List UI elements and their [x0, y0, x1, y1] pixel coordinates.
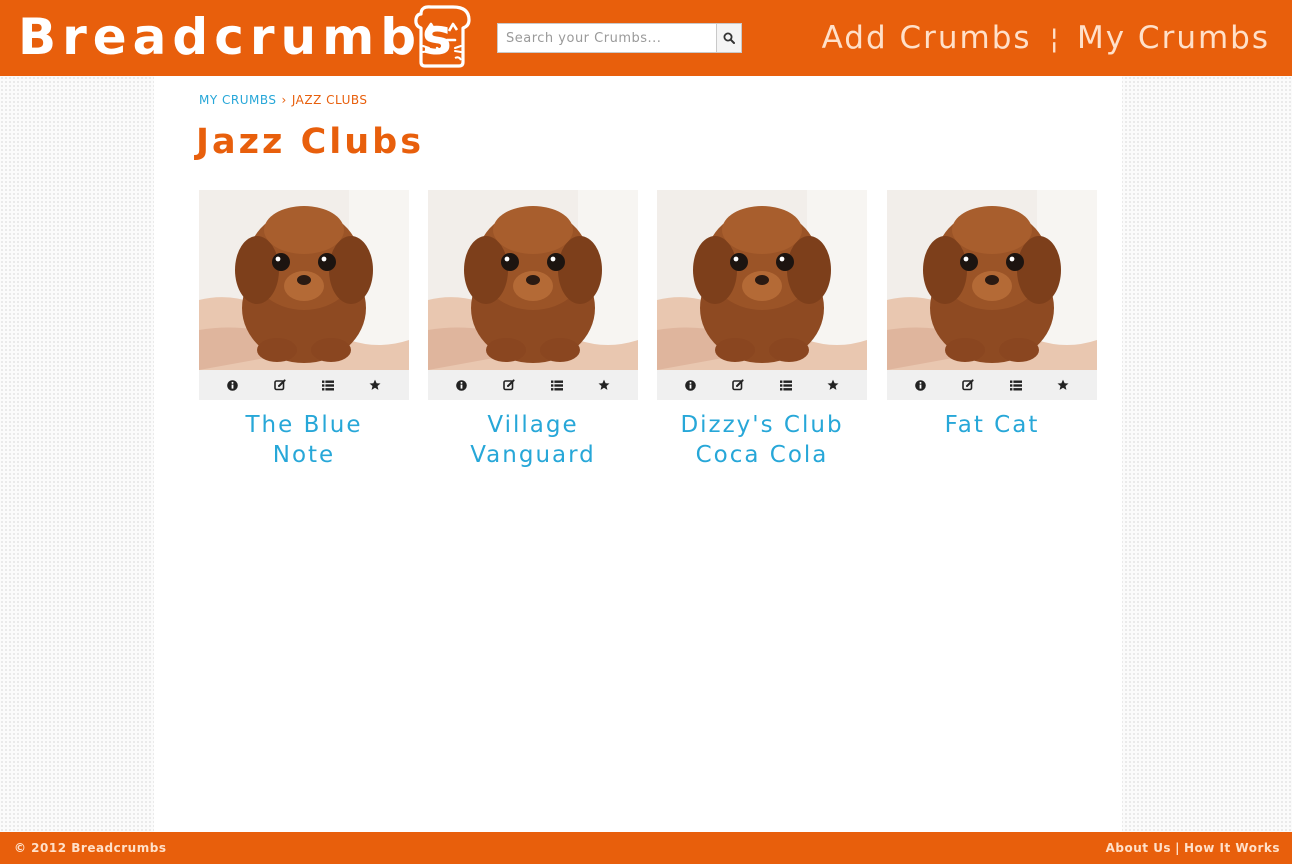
- edit-icon: [274, 376, 286, 395]
- card-edit-button[interactable]: [727, 374, 749, 396]
- breadcrumb-current: JAZZ CLUBS: [291, 93, 368, 107]
- header-bar: Breadcrumbs Add Crumbs ¦ My Crumbs: [0, 0, 1292, 76]
- card-info-button[interactable]: [222, 374, 244, 396]
- card-favorite-button[interactable]: [1052, 374, 1074, 396]
- card-title-link[interactable]: Fat Cat: [887, 410, 1097, 440]
- info-icon: [227, 376, 239, 395]
- bread-cat-logo-icon[interactable]: [413, 4, 475, 68]
- search-input[interactable]: [497, 23, 717, 53]
- search-form: [497, 23, 742, 53]
- card-favorite-button[interactable]: [593, 374, 615, 396]
- footer-about-us-link[interactable]: About Us: [1106, 841, 1171, 855]
- nav-add-crumbs-link[interactable]: Add Crumbs: [822, 20, 1032, 56]
- page-title: Jazz Clubs: [196, 122, 425, 162]
- info-icon: [456, 376, 468, 395]
- nav-separator: ¦: [1049, 21, 1059, 55]
- card-list-button[interactable]: [546, 374, 568, 396]
- list-icon: [1009, 376, 1022, 395]
- card-title-link[interactable]: Village Vanguard: [428, 410, 638, 470]
- puppy-photo[interactable]: [657, 190, 867, 370]
- info-icon: [685, 376, 697, 395]
- copyright-text: © 2012 Breadcrumbs: [14, 841, 167, 855]
- breadcrumb-separator-icon: ›: [281, 93, 287, 107]
- edit-icon: [962, 376, 974, 395]
- crumb-card: The Blue Note: [199, 190, 409, 470]
- star-icon: [1057, 376, 1069, 395]
- list-icon: [321, 376, 334, 395]
- star-icon: [369, 376, 381, 395]
- card-list-button[interactable]: [1005, 374, 1027, 396]
- footer-how-it-works-link[interactable]: How It Works: [1184, 841, 1280, 855]
- crumb-card: Dizzy's Club Coca Cola: [657, 190, 867, 470]
- card-title-link[interactable]: Dizzy's Club Coca Cola: [657, 410, 867, 470]
- card-action-bar: [199, 370, 409, 400]
- edit-icon: [503, 376, 515, 395]
- card-edit-button[interactable]: [498, 374, 520, 396]
- list-icon: [779, 376, 792, 395]
- star-icon: [598, 376, 610, 395]
- edit-icon: [732, 376, 744, 395]
- card-info-button[interactable]: [680, 374, 702, 396]
- main-content: MY CRUMBS › JAZZ CLUBS Jazz Clubs The Bl…: [154, 76, 1122, 832]
- card-action-bar: [657, 370, 867, 400]
- card-title-link[interactable]: The Blue Note: [199, 410, 409, 470]
- puppy-photo[interactable]: [199, 190, 409, 370]
- breadcrumb: MY CRUMBS › JAZZ CLUBS: [199, 93, 368, 107]
- list-icon: [550, 376, 563, 395]
- card-info-button[interactable]: [910, 374, 932, 396]
- crumb-card: Village Vanguard: [428, 190, 638, 470]
- card-list-button[interactable]: [317, 374, 339, 396]
- card-list-button[interactable]: [775, 374, 797, 396]
- footer-bar: © 2012 Breadcrumbs About Us | How It Works: [0, 832, 1292, 864]
- card-favorite-button[interactable]: [364, 374, 386, 396]
- search-icon: [723, 29, 735, 48]
- card-favorite-button[interactable]: [822, 374, 844, 396]
- card-edit-button[interactable]: [957, 374, 979, 396]
- card-action-bar: [887, 370, 1097, 400]
- crumb-card: Fat Cat: [887, 190, 1097, 440]
- card-info-button[interactable]: [451, 374, 473, 396]
- card-action-bar: [428, 370, 638, 400]
- puppy-photo[interactable]: [887, 190, 1097, 370]
- search-button[interactable]: [716, 23, 742, 53]
- nav-my-crumbs-link[interactable]: My Crumbs: [1077, 20, 1270, 56]
- puppy-photo[interactable]: [428, 190, 638, 370]
- logo-wordmark[interactable]: Breadcrumbs: [18, 4, 458, 70]
- footer-links: About Us | How It Works: [1106, 841, 1280, 855]
- star-icon: [827, 376, 839, 395]
- breadcrumb-my-crumbs-link[interactable]: MY CRUMBS: [199, 93, 277, 107]
- info-icon: [915, 376, 927, 395]
- main-nav: Add Crumbs ¦ My Crumbs: [822, 16, 1270, 60]
- footer-separator: |: [1175, 841, 1180, 855]
- card-edit-button[interactable]: [269, 374, 291, 396]
